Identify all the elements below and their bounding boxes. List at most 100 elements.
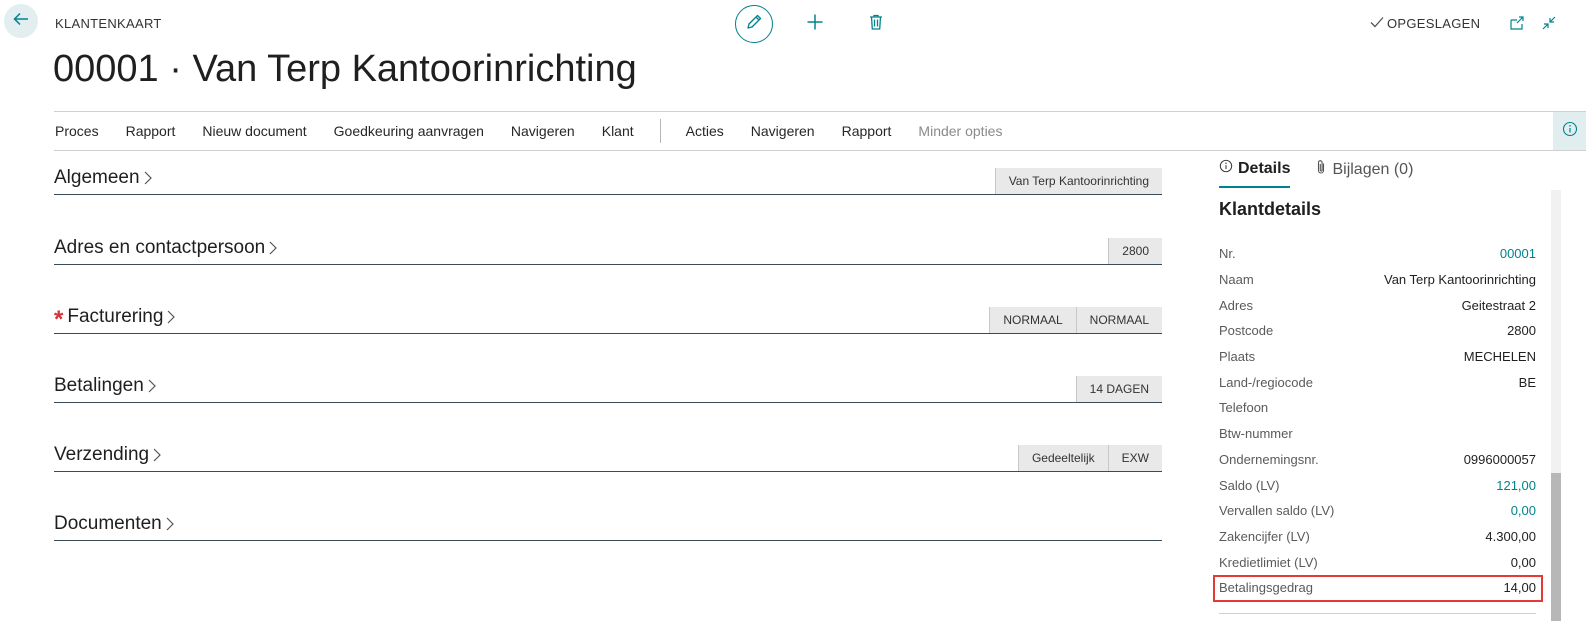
field-value-link[interactable]: 121,00 [1496,478,1536,493]
paperclip-icon [1315,159,1327,180]
field-label: Ondernemingsnr. [1219,451,1319,467]
fasttab-summary: NORMAAL NORMAAL [989,307,1162,333]
action-rapport[interactable]: Rapport [126,123,176,139]
pencil-icon [745,13,763,36]
action-minder-opties[interactable]: Minder opties [918,123,1002,139]
summary-value: EXW [1107,445,1162,471]
summary-value: Gedeeltelijk [1017,445,1108,471]
chevron-right-icon [152,447,162,463]
fasttab-summary: 2800 [1108,238,1162,264]
fasttab-betalingen: Betalingen 14 DAGEN [54,375,1162,403]
action-separator [659,119,661,143]
field-label: Adres [1219,297,1253,313]
field-value-link[interactable]: 00001 [1500,246,1536,261]
checkmark-icon [1370,16,1384,31]
summary-value: Van Terp Kantoorinrichting [994,168,1162,194]
factbox-scrollbar-thumb[interactable] [1551,473,1561,621]
factbox-row-btwnummer: Btw-nummer [1219,421,1536,447]
field-label: Plaats [1219,349,1256,365]
action-goedkeuring-aanvragen[interactable]: Goedkeuring aanvragen [334,123,484,139]
factbox-row-kredietlimiet: Kredietlimiet (LV) 0,00 [1219,549,1536,575]
factbox-row-plaats: Plaats MECHELEN [1219,344,1536,370]
edit-button[interactable] [735,5,773,43]
fasttab-algemeen: Algemeen Van Terp Kantoorinrichting [54,167,1162,195]
tab-label: Bijlagen (0) [1332,160,1414,178]
info-icon [1219,159,1233,178]
fasttab-title: Algemeen [54,167,140,188]
field-value: Geitestraat 2 [1461,297,1536,313]
tab-details[interactable]: Details [1219,159,1291,188]
chevron-right-icon [147,378,157,394]
field-value: Van Terp Kantoorinrichting [1383,272,1536,288]
factbox-row-naam: Naam Van Terp Kantoorinrichting [1219,267,1536,293]
field-label: Postcode [1219,323,1274,339]
back-arrow-icon [12,10,30,33]
field-label: Telefoon [1219,400,1269,416]
field-label: Vervallen saldo (LV) [1219,503,1335,519]
fasttab-summary: Van Terp Kantoorinrichting [994,168,1162,194]
delete-button[interactable] [857,5,895,43]
required-indicator: * [54,306,64,333]
field-value: 0996000057 [1463,451,1536,467]
field-label: Kredietlimiet (LV) [1219,554,1318,570]
factbox-row-landregiocode: Land-/regiocode BE [1219,369,1536,395]
field-value: 0,00 [1510,554,1536,570]
field-label: Land-/regiocode [1219,374,1313,390]
back-button[interactable] [4,4,38,38]
fasttab-title: Adres en contactpersoon [54,237,266,258]
open-new-window-icon[interactable] [1508,14,1526,32]
field-label: Nr. [1219,246,1236,262]
factbox-tabs: Details Bijlagen (0) [1219,159,1413,188]
summary-value: NORMAAL [1075,307,1162,333]
fasttab-header[interactable]: Verzending [54,444,162,466]
factbox-row-adres: Adres Geitestraat 2 [1219,292,1536,318]
page-caption: KLANTENKAART [55,16,162,31]
chevron-right-icon [268,240,278,256]
factbox-row-ondernemingsnr: Ondernemingsnr. 0996000057 [1219,447,1536,473]
field-label: Btw-nummer [1219,426,1293,442]
window-controls [1508,14,1558,32]
fasttab-header[interactable]: Documenten [54,513,175,535]
factbox-row-postcode: Postcode 2800 [1219,318,1536,344]
plus-icon [806,13,824,36]
tab-bijlagen[interactable]: Bijlagen (0) [1315,159,1413,188]
factbox-row-saldo: Saldo (LV) 121,00 [1219,472,1536,498]
action-proces[interactable]: Proces [55,123,99,139]
fasttab-summary: Gedeeltelijk EXW [1017,445,1162,471]
factbox-row-zakencijfer: Zakencijfer (LV) 4.300,00 [1219,524,1536,550]
trash-icon [867,13,885,36]
new-button[interactable] [796,5,834,43]
saved-label: OPGESLAGEN [1387,16,1481,31]
fasttab-documenten: Documenten [54,513,1162,541]
factbox-heading: Klantdetails [1219,199,1322,219]
chevron-right-icon [166,309,176,325]
action-navigeren[interactable]: Navigeren [511,123,575,139]
factbox-row-telefoon: Telefoon [1219,395,1536,421]
fasttab-header[interactable]: Algemeen [54,167,153,189]
chevron-right-icon [143,170,153,186]
field-value-link[interactable]: 0,00 [1511,503,1536,518]
saved-status: OPGESLAGEN [1370,16,1480,31]
fasttab-title: Documenten [54,513,162,534]
fasttab-adres-en-contactpersoon: Adres en contactpersoon 2800 [54,237,1162,265]
action-acties[interactable]: Acties [686,123,724,139]
action-klant[interactable]: Klant [602,123,634,139]
fasttab-header[interactable]: Adres en contactpersoon [54,237,278,259]
field-label: Saldo (LV) [1219,477,1280,493]
info-icon [1562,121,1578,142]
field-label: Zakencijfer (LV) [1219,528,1310,544]
fasttab-header[interactable]: Betalingen [54,375,157,397]
summary-value: 2800 [1108,238,1162,264]
fasttab-facturering: * Facturering NORMAAL NORMAAL [54,306,1162,334]
summary-value: NORMAAL [989,307,1076,333]
action-nieuw-document[interactable]: Nieuw document [202,123,306,139]
field-value: 2800 [1507,323,1536,339]
collapse-icon[interactable] [1540,14,1558,32]
action-rapport-2[interactable]: Rapport [842,123,892,139]
factbox-toggle-button[interactable] [1553,112,1586,150]
action-navigeren-2[interactable]: Navigeren [751,123,815,139]
tab-label: Details [1238,159,1291,177]
field-label: Naam [1219,272,1254,288]
highlight-box [1213,575,1543,602]
fasttab-header[interactable]: * Facturering [54,306,176,333]
